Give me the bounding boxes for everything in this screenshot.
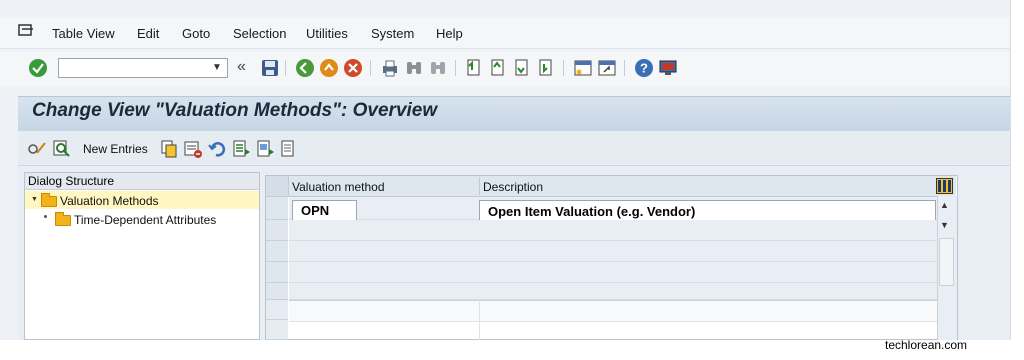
svg-text:?: ? xyxy=(640,61,648,76)
tree-node-time-dependent-attributes[interactable]: Time-Dependent Attributes xyxy=(74,213,216,227)
select-all-icon[interactable] xyxy=(231,139,251,164)
row-selector[interactable] xyxy=(266,197,288,220)
delete-icon[interactable] xyxy=(183,139,203,164)
find-icon[interactable] xyxy=(52,139,72,164)
column-divider xyxy=(479,177,480,195)
print-icon[interactable] xyxy=(380,58,400,78)
menu-help[interactable]: Help xyxy=(436,26,463,41)
find-icon[interactable] xyxy=(404,58,424,78)
table-row xyxy=(289,262,937,283)
expand-triangle-icon[interactable]: ▼ xyxy=(31,196,38,203)
copy-icon[interactable] xyxy=(159,139,179,164)
menu-table-view[interactable]: Table View xyxy=(52,26,115,41)
row-selector[interactable] xyxy=(266,262,288,283)
row-selector[interactable] xyxy=(266,241,288,262)
valuation-method-field[interactable]: OPN xyxy=(292,200,357,221)
select-all-rows-button[interactable] xyxy=(266,176,289,196)
scroll-thumb[interactable] xyxy=(939,238,954,286)
row-selector[interactable] xyxy=(266,283,288,300)
dialog-structure-heading: Dialog Structure xyxy=(25,173,259,190)
cancel-icon[interactable] xyxy=(343,58,363,78)
table-row xyxy=(289,300,937,322)
watermark: techlorean.com xyxy=(885,338,968,352)
display-change-icon[interactable] xyxy=(27,139,47,164)
find-next-icon[interactable] xyxy=(428,58,448,78)
column-header-description[interactable]: Description xyxy=(483,180,543,194)
customize-layout-icon[interactable] xyxy=(658,58,678,78)
menu-selection[interactable]: Selection xyxy=(233,26,286,41)
page-title: Change View "Valuation Methods": Overvie… xyxy=(32,100,438,121)
first-page-icon[interactable] xyxy=(463,58,483,78)
deselect-all-icon[interactable] xyxy=(279,139,299,164)
column-divider xyxy=(479,300,480,340)
tree-bullet-icon xyxy=(44,215,47,218)
table-row xyxy=(289,283,937,300)
back-icon[interactable] xyxy=(295,58,315,78)
folder-icon xyxy=(55,212,71,226)
menu-edit[interactable]: Edit xyxy=(137,26,159,41)
menu-utilities[interactable]: Utilities xyxy=(306,26,348,41)
row-selector[interactable] xyxy=(266,320,288,340)
menu-system[interactable]: System xyxy=(371,26,414,41)
next-page-icon[interactable] xyxy=(511,58,531,78)
table-settings-icon[interactable] xyxy=(936,178,953,194)
row-selector[interactable] xyxy=(266,220,288,241)
enter-check-icon[interactable] xyxy=(28,58,48,78)
create-session-icon[interactable] xyxy=(573,58,593,78)
back-arrows-icon[interactable]: « xyxy=(237,58,246,76)
exit-icon[interactable] xyxy=(319,58,339,78)
help-icon[interactable]: ? xyxy=(634,58,654,78)
last-page-icon[interactable] xyxy=(535,58,555,78)
folder-open-icon xyxy=(41,193,57,207)
table-row xyxy=(289,220,937,241)
menu-goto[interactable]: Goto xyxy=(182,26,210,41)
scroll-down-icon[interactable]: ▼ xyxy=(940,220,949,230)
shortcut-icon[interactable] xyxy=(597,58,617,78)
undo-icon[interactable] xyxy=(207,139,227,164)
command-field[interactable] xyxy=(58,58,228,78)
chevron-down-icon[interactable]: ▼ xyxy=(212,62,222,73)
scroll-up-icon[interactable]: ▲ xyxy=(940,200,949,210)
save-icon[interactable] xyxy=(260,58,280,78)
new-entries-button[interactable]: New Entries xyxy=(83,142,148,156)
table-row xyxy=(289,241,937,262)
row-selector[interactable] xyxy=(266,300,288,320)
menu-icon[interactable] xyxy=(18,24,34,43)
select-block-icon[interactable] xyxy=(255,139,275,164)
previous-page-icon[interactable] xyxy=(487,58,507,78)
tree-node-label[interactable]: Valuation Methods xyxy=(60,194,159,208)
column-header-valuation-method[interactable]: Valuation method xyxy=(292,180,385,194)
